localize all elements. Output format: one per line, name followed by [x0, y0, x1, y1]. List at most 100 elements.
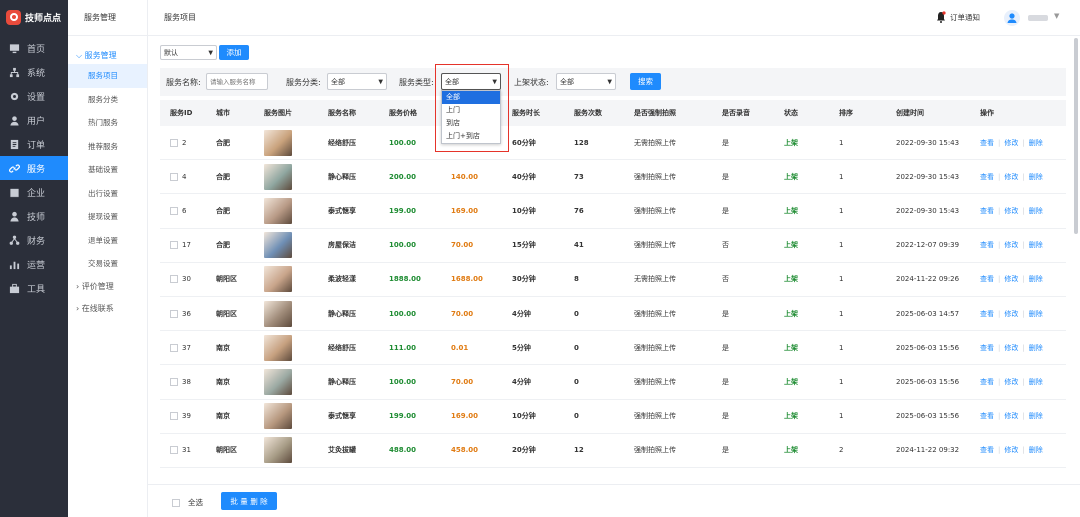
- service-image[interactable]: [264, 232, 292, 259]
- edit-link[interactable]: 修改: [1004, 309, 1018, 319]
- sidebar: 技师点点 首页 系统设置用户 订单 服务 企业 技师 财务 运营 工具: [0, 0, 68, 517]
- view-link[interactable]: 查看: [980, 309, 994, 319]
- edit-link[interactable]: 修改: [1004, 343, 1018, 353]
- sidebar-item-5[interactable]: 服务: [0, 156, 68, 180]
- scrollbar[interactable]: [1074, 38, 1078, 234]
- row-checkbox[interactable]: [170, 377, 178, 386]
- sort-select[interactable]: 默认 ▼: [160, 45, 217, 60]
- table-row: 30 朝阳区 柔波轻漾 1888.00 1688.00 30分钟 8 无需拍照上传 否 上架 1 20…: [160, 263, 1066, 297]
- delete-link[interactable]: 删除: [1029, 343, 1043, 353]
- edit-link[interactable]: 修改: [1004, 411, 1018, 421]
- delete-link[interactable]: 删除: [1029, 274, 1043, 284]
- status-select[interactable]: 全部 ▼: [556, 73, 616, 90]
- select-all-checkbox[interactable]: [172, 498, 180, 507]
- view-link[interactable]: 查看: [980, 411, 994, 421]
- row-checkbox[interactable]: [170, 446, 178, 455]
- service-image[interactable]: [264, 437, 292, 464]
- delete-link[interactable]: 删除: [1029, 445, 1043, 455]
- user-name-redacted[interactable]: [1028, 15, 1048, 21]
- row-checkbox[interactable]: [170, 138, 178, 147]
- delete-link[interactable]: 删除: [1029, 377, 1043, 387]
- view-link[interactable]: 查看: [980, 206, 994, 216]
- delete-link[interactable]: 删除: [1029, 172, 1043, 182]
- add-button[interactable]: 添加: [219, 45, 249, 60]
- service-image[interactable]: [264, 334, 292, 361]
- sidebar-item-10[interactable]: 工具: [0, 276, 68, 300]
- row-checkbox[interactable]: [170, 172, 178, 181]
- name-cell: 房屋保洁: [328, 241, 356, 250]
- sub-nav-item[interactable]: 退单设置: [68, 229, 147, 253]
- service-image[interactable]: [264, 368, 292, 395]
- search-button[interactable]: 搜索: [630, 73, 661, 90]
- app-logo[interactable]: 技师点点: [6, 8, 66, 26]
- sub-nav-item[interactable]: 基础设置: [68, 158, 147, 182]
- sidebar-item-4[interactable]: 订单: [0, 132, 68, 156]
- status-filter-label: 上架状态:: [514, 78, 549, 87]
- service-id: 38: [182, 377, 191, 386]
- view-link[interactable]: 查看: [980, 274, 994, 284]
- service-image[interactable]: [264, 300, 292, 327]
- edit-link[interactable]: 修改: [1004, 172, 1018, 182]
- sub-nav-group[interactable]: › 评价管理: [68, 276, 147, 298]
- edit-link[interactable]: 修改: [1004, 240, 1018, 250]
- sub-nav-item[interactable]: 提现设置: [68, 205, 147, 229]
- delete-link[interactable]: 删除: [1029, 240, 1043, 250]
- row-checkbox[interactable]: [170, 206, 178, 215]
- sub-nav-item[interactable]: 交易设置: [68, 252, 147, 276]
- service-image[interactable]: [264, 403, 292, 430]
- sidebar-item-0[interactable]: 首页: [0, 36, 68, 60]
- batch-delete-button[interactable]: 批 量 删 除: [221, 492, 277, 510]
- service-name-input[interactable]: [206, 73, 268, 90]
- avatar-icon[interactable]: [1004, 10, 1020, 26]
- view-link[interactable]: 查看: [980, 172, 994, 182]
- sidebar-item-9[interactable]: 运营: [0, 252, 68, 276]
- sidebar-item-3[interactable]: 用户: [0, 108, 68, 132]
- edit-link[interactable]: 修改: [1004, 206, 1018, 216]
- row-checkbox[interactable]: [170, 412, 178, 421]
- sub-nav-item[interactable]: 服务项目: [68, 64, 147, 88]
- view-link[interactable]: 查看: [980, 445, 994, 455]
- row-checkbox[interactable]: [170, 343, 178, 352]
- edit-link[interactable]: 修改: [1004, 445, 1018, 455]
- sidebar-item-2[interactable]: 设置: [0, 84, 68, 108]
- record-cell: 否: [722, 275, 729, 284]
- sub-nav-group-service[interactable]: ⌵ 服务管理: [68, 48, 147, 64]
- sidebar-item-8[interactable]: 财务: [0, 228, 68, 252]
- view-link[interactable]: 查看: [980, 240, 994, 250]
- view-link[interactable]: 查看: [980, 377, 994, 387]
- delete-link[interactable]: 删除: [1029, 138, 1043, 148]
- row-checkbox[interactable]: [170, 275, 178, 284]
- sub-nav-item[interactable]: 出行设置: [68, 182, 147, 206]
- delete-link[interactable]: 删除: [1029, 206, 1043, 216]
- delete-link[interactable]: 删除: [1029, 411, 1043, 421]
- edit-link[interactable]: 修改: [1004, 377, 1018, 387]
- sidebar-item-1[interactable]: 系统: [0, 60, 68, 84]
- select-all[interactable]: 全选: [172, 497, 203, 508]
- service-image[interactable]: [264, 266, 292, 293]
- sidebar-item-label: 设置: [27, 92, 46, 103]
- price-cell: 488.00: [389, 446, 417, 455]
- row-checkbox[interactable]: [170, 241, 178, 250]
- sidebar-item-7[interactable]: 技师: [0, 204, 68, 228]
- sub-nav-group[interactable]: › 在线联系: [68, 298, 147, 320]
- created-cell: 2022-09-30 15:43: [896, 206, 960, 215]
- service-image[interactable]: [264, 163, 292, 190]
- edit-link[interactable]: 修改: [1004, 274, 1018, 284]
- sub-nav-item[interactable]: 推荐服务: [68, 135, 147, 159]
- service-image[interactable]: [264, 197, 292, 224]
- bell-icon[interactable]: [936, 11, 946, 23]
- order-notice-link[interactable]: 订单通知: [950, 0, 980, 36]
- delete-link[interactable]: 删除: [1029, 309, 1043, 319]
- category-select[interactable]: 全部 ▼: [327, 73, 387, 90]
- sub-nav-item[interactable]: 热门服务: [68, 111, 147, 135]
- sub-nav-item[interactable]: 服务分类: [68, 88, 147, 112]
- row-checkbox[interactable]: [170, 309, 178, 318]
- price-cell: 200.00: [389, 172, 417, 181]
- edit-link[interactable]: 修改: [1004, 138, 1018, 148]
- view-link[interactable]: 查看: [980, 138, 994, 148]
- separator: |: [998, 446, 1001, 455]
- sidebar-item-6[interactable]: 企业: [0, 180, 68, 204]
- chevron-down-icon[interactable]: ▼: [1054, 12, 1059, 20]
- service-image[interactable]: [264, 129, 292, 156]
- view-link[interactable]: 查看: [980, 343, 994, 353]
